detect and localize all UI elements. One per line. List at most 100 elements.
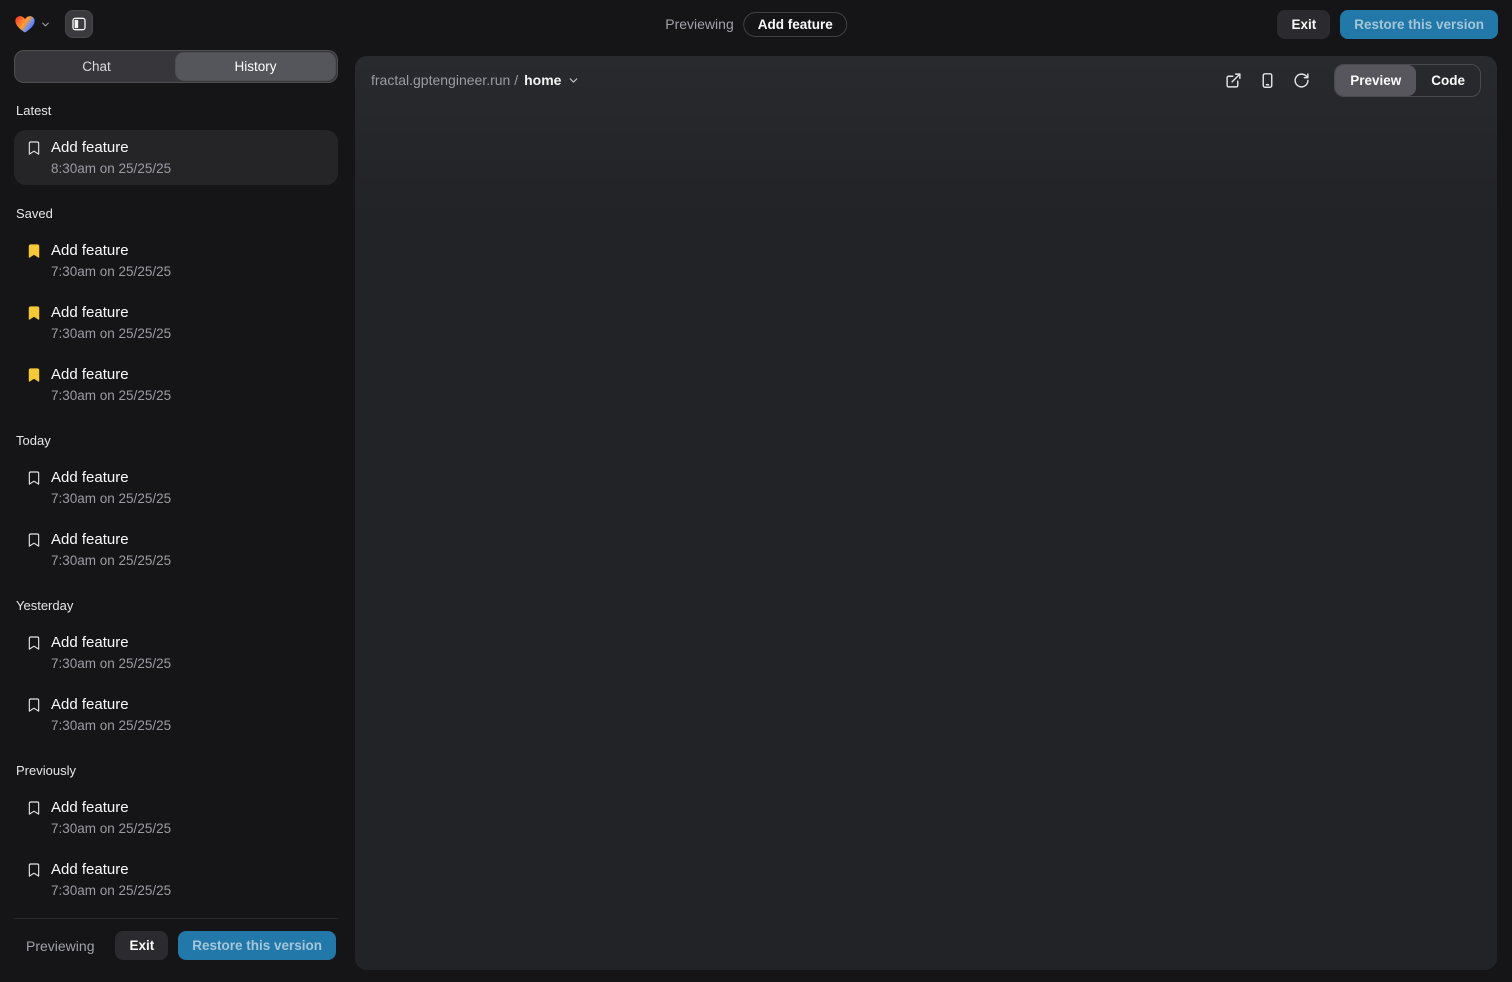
version-name-pill[interactable]: Add feature (744, 12, 847, 37)
section-label: Saved (16, 206, 336, 221)
refresh-button[interactable] (1286, 65, 1316, 95)
history-item-time: 7:30am on 25/25/25 (51, 718, 326, 733)
history-item-time: 7:30am on 25/25/25 (51, 326, 326, 341)
top-bar-center: Previewing Add feature (665, 0, 847, 48)
restore-version-button[interactable]: Restore this version (1340, 10, 1498, 39)
panel-left-icon (71, 16, 87, 32)
history-section: Today Add feature 7:30am on 25/25/25 Add… (14, 433, 338, 577)
history-item[interactable]: Add feature 7:30am on 25/25/25 (14, 522, 338, 577)
history-item-row: Add feature (26, 139, 326, 156)
history-item-time: 7:30am on 25/25/25 (51, 264, 326, 279)
chevron-down-icon (567, 74, 580, 87)
history-item-title: Add feature (51, 696, 129, 713)
section-items: Add feature 7:30am on 25/25/25 Add featu… (14, 625, 338, 742)
history-item-time: 7:30am on 25/25/25 (51, 388, 326, 403)
footer-exit-button[interactable]: Exit (115, 931, 168, 960)
top-bar: Previewing Add feature Exit Restore this… (0, 0, 1512, 48)
history-item[interactable]: Add feature 7:30am on 25/25/25 (14, 625, 338, 680)
history-item[interactable]: Add feature 7:30am on 25/25/25 (14, 460, 338, 515)
version-history-list: Latest Add feature 8:30am on 25/25/25 Sa… (14, 83, 338, 918)
history-item-row: Add feature (26, 469, 326, 486)
history-item-title: Add feature (51, 469, 129, 486)
tab-code[interactable]: Code (1416, 65, 1480, 96)
history-item-time: 7:30am on 25/25/25 (51, 553, 326, 568)
history-item-row: Add feature (26, 366, 326, 383)
bookmark-icon (26, 532, 42, 548)
footer-restore-version-button[interactable]: Restore this version (178, 931, 336, 960)
bookmark-icon (26, 635, 42, 651)
top-bar-left (14, 10, 93, 38)
bookmark-icon (26, 697, 42, 713)
chevron-down-icon (40, 19, 51, 30)
history-item[interactable]: Add feature 8:30am on 25/25/25 (14, 130, 338, 185)
history-item-row: Add feature (26, 696, 326, 713)
history-item-title: Add feature (51, 634, 129, 651)
main-layout: Chat History Latest Add feature 8:30am o… (0, 48, 1512, 982)
sidebar-footer: Previewing Exit Restore this version (14, 918, 338, 970)
history-item-time: 7:30am on 25/25/25 (51, 656, 326, 671)
previewing-label: Previewing (665, 16, 733, 32)
history-item-row: Add feature (26, 799, 326, 816)
history-section: Yesterday Add feature 7:30am on 25/25/25… (14, 598, 338, 742)
history-item-title: Add feature (51, 242, 129, 259)
history-item-time: 7:30am on 25/25/25 (51, 821, 326, 836)
section-items: Add feature 7:30am on 25/25/25 Add featu… (14, 790, 338, 907)
history-item[interactable]: Add feature 7:30am on 25/25/25 (14, 357, 338, 412)
history-section: Previously Add feature 7:30am on 25/25/2… (14, 763, 338, 907)
bookmark-icon (26, 367, 42, 383)
tab-preview[interactable]: Preview (1335, 65, 1416, 96)
history-item[interactable]: Add feature 7:30am on 25/25/25 (14, 687, 338, 742)
bookmark-icon (26, 470, 42, 486)
bookmark-icon (26, 862, 42, 878)
history-item-row: Add feature (26, 861, 326, 878)
preview-pane: fractal.gptengineer.run / home (355, 56, 1497, 970)
exit-button[interactable]: Exit (1277, 10, 1330, 39)
history-item-title: Add feature (51, 531, 129, 548)
refresh-icon (1293, 72, 1310, 89)
history-section: Saved Add feature 7:30am on 25/25/25 Add… (14, 206, 338, 412)
section-label: Yesterday (16, 598, 336, 613)
section-items: Add feature 7:30am on 25/25/25 Add featu… (14, 460, 338, 577)
mobile-view-button[interactable] (1252, 65, 1282, 95)
footer-previewing-label: Previewing (26, 938, 94, 954)
tab-history[interactable]: History (176, 53, 335, 80)
history-item-row: Add feature (26, 634, 326, 651)
bookmark-icon (26, 243, 42, 259)
bookmark-icon (26, 305, 42, 321)
lovable-heart-icon (14, 13, 36, 35)
history-item[interactable]: Add feature 7:30am on 25/25/25 (14, 295, 338, 350)
preview-body[interactable] (355, 104, 1497, 970)
bookmark-icon (26, 800, 42, 816)
history-section: Latest Add feature 8:30am on 25/25/25 (14, 103, 338, 185)
section-items: Add feature 8:30am on 25/25/25 (14, 130, 338, 185)
history-item-time: 8:30am on 25/25/25 (51, 161, 326, 176)
history-item-row: Add feature (26, 242, 326, 259)
open-external-button[interactable] (1218, 65, 1248, 95)
sidebar-tab-switcher: Chat History (14, 50, 338, 83)
history-item[interactable]: Add feature 7:30am on 25/25/25 (14, 852, 338, 907)
bookmark-icon (26, 140, 42, 156)
history-item-title: Add feature (51, 139, 129, 156)
history-item-title: Add feature (51, 861, 129, 878)
app-logo-menu[interactable] (14, 13, 51, 35)
history-item-title: Add feature (51, 366, 129, 383)
history-item-title: Add feature (51, 799, 129, 816)
preview-header: fractal.gptengineer.run / home (355, 56, 1497, 104)
history-item-time: 7:30am on 25/25/25 (51, 491, 326, 506)
tab-chat[interactable]: Chat (17, 53, 176, 80)
preview-url-selector[interactable]: fractal.gptengineer.run / home (371, 72, 580, 88)
section-label: Latest (16, 103, 336, 118)
preview-url-page: home (524, 72, 561, 88)
history-item-title: Add feature (51, 304, 129, 321)
history-item[interactable]: Add feature 7:30am on 25/25/25 (14, 790, 338, 845)
open-external-icon (1225, 72, 1242, 89)
top-bar-right: Exit Restore this version (1277, 10, 1498, 39)
section-items: Add feature 7:30am on 25/25/25 Add featu… (14, 233, 338, 412)
toggle-sidebar-button[interactable] (65, 10, 93, 38)
history-item-row: Add feature (26, 304, 326, 321)
history-item[interactable]: Add feature 7:30am on 25/25/25 (14, 233, 338, 288)
history-item-time: 7:30am on 25/25/25 (51, 883, 326, 898)
preview-code-toggle: Preview Code (1334, 64, 1481, 97)
mobile-device-icon (1259, 72, 1276, 89)
section-label: Today (16, 433, 336, 448)
